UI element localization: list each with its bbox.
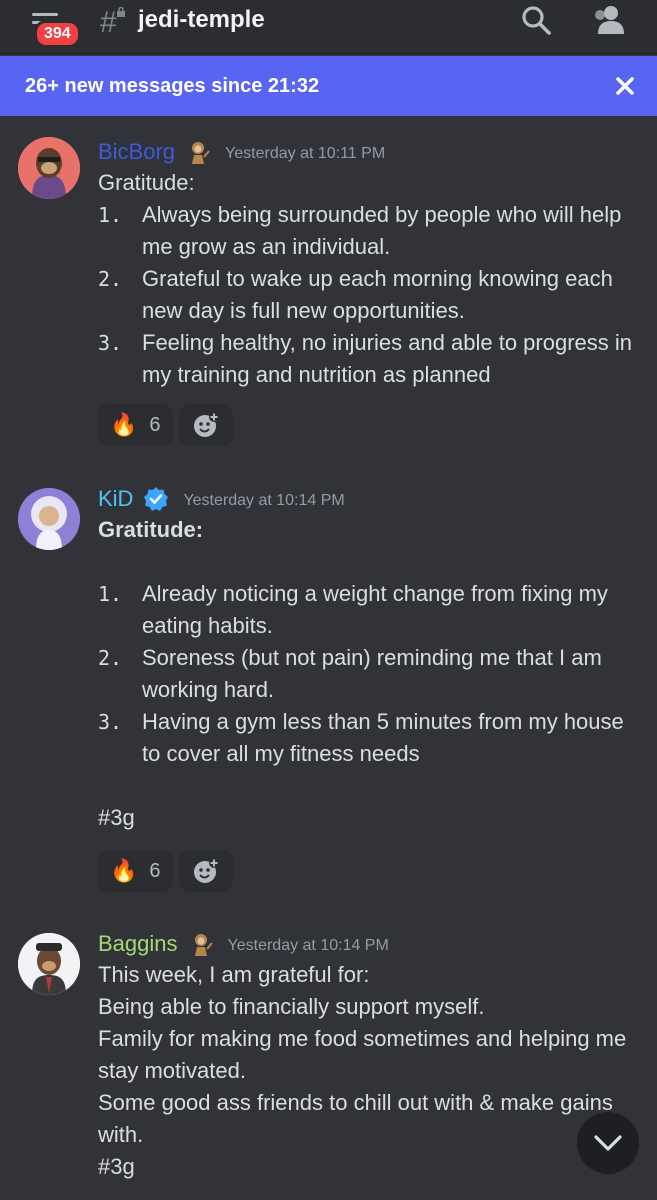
list-number: 2. — [98, 267, 123, 291]
list-item: 1. Already noticing a weight change from… — [98, 578, 643, 642]
search-icon[interactable] — [520, 4, 552, 36]
reactions-bar: 🔥 6 — [98, 404, 239, 446]
list-text: Having a gym less than 5 minutes from my… — [142, 709, 624, 766]
timestamp: Yesterday at 10:11 PM — [225, 145, 386, 162]
list-text: Already noticing a weight change from fi… — [142, 581, 608, 638]
reaction-count: 6 — [149, 859, 161, 882]
ape-avatar-icon — [18, 137, 80, 199]
list-text: Soreness (but not pain) reminding me tha… — [142, 645, 602, 702]
list-text: Feeling healthy, no injuries and able to… — [142, 330, 633, 387]
message-content: Gratitude: 1. Already noticing a weight … — [98, 514, 643, 834]
ape-avatar-icon — [18, 933, 80, 995]
list-number: 3. — [98, 710, 123, 734]
lock-icon — [117, 7, 125, 17]
avatar[interactable] — [18, 488, 80, 550]
add-reaction-icon — [193, 412, 219, 437]
message-line: Gratitude: — [98, 170, 195, 195]
unread-badge: 394 — [34, 20, 81, 48]
hashtag-text: #3g — [98, 805, 135, 830]
chevron-down-icon — [594, 1135, 622, 1151]
add-reaction-icon — [193, 858, 219, 883]
reaction-fire[interactable]: 🔥 6 — [98, 404, 173, 446]
message-line: Family for making me food sometimes and … — [98, 1026, 627, 1083]
reaction-count: 6 — [149, 413, 161, 436]
reactions-bar: 🔥 6 — [98, 850, 239, 892]
avatar[interactable] — [18, 137, 80, 199]
message-line: #3g — [98, 1154, 135, 1179]
author-name[interactable]: Baggins — [98, 931, 178, 957]
add-reaction-button[interactable] — [178, 850, 233, 892]
list-item: 2. Soreness (but not pain) reminding me … — [98, 642, 643, 706]
banner-text: 26+ new messages since 21:32 — [25, 75, 320, 97]
message-line: This week, I am grateful for: — [98, 962, 370, 987]
message-content: Gratitude: 1. Always being surrounded by… — [98, 167, 643, 391]
new-messages-banner[interactable]: 26+ new messages since 21:32 — [0, 56, 657, 116]
message-header: Baggins Yesterday at 10:14 PM — [98, 929, 389, 959]
list-text: Grateful to wake up each morning knowing… — [142, 266, 613, 323]
message-line: Some good ass friends to chill out with … — [98, 1090, 613, 1147]
fire-icon: 🔥 — [110, 858, 138, 883]
add-reaction-button[interactable] — [178, 404, 233, 446]
author-name[interactable]: KiD — [98, 486, 133, 512]
monkey-icon — [192, 142, 210, 164]
close-icon[interactable] — [612, 73, 638, 99]
members-icon[interactable] — [592, 4, 626, 36]
message-header: KiD Yesterday at 10:14 PM — [98, 484, 345, 514]
list-number: 1. — [98, 582, 123, 606]
timestamp: Yesterday at 10:14 PM — [227, 937, 389, 954]
list-number: 1. — [98, 203, 123, 227]
verified-icon — [144, 487, 169, 511]
avatar[interactable] — [18, 933, 80, 995]
character-avatar-icon — [18, 488, 80, 550]
message-content: This week, I am grateful for: Being able… — [98, 959, 628, 1183]
channel-header: 394 # jedi-temple — [0, 0, 657, 54]
message-header: BicBorg Yesterday at 10:11 PM — [98, 137, 385, 167]
jump-to-bottom-button[interactable] — [577, 1112, 639, 1174]
monkey-icon — [194, 934, 213, 956]
channel-title[interactable]: jedi-temple — [138, 6, 265, 34]
author-name[interactable]: BicBorg — [98, 139, 175, 165]
list-number: 2. — [98, 646, 123, 670]
list-item: 3. Having a gym less than 5 minutes from… — [98, 706, 643, 770]
list-item: 2. Grateful to wake up each morning know… — [98, 263, 643, 327]
list-item: 1. Always being surrounded by people who… — [98, 199, 643, 263]
message-heading: Gratitude: — [98, 517, 204, 542]
hash-icon: # — [100, 6, 117, 39]
list-text: Always being surrounded by people who wi… — [142, 202, 622, 259]
message-line: Being able to financially support myself… — [98, 994, 485, 1019]
fire-icon: 🔥 — [110, 412, 138, 437]
list-number: 3. — [98, 331, 123, 355]
timestamp: Yesterday at 10:14 PM — [183, 492, 345, 509]
reaction-fire[interactable]: 🔥 6 — [98, 850, 173, 892]
list-item: 3. Feeling healthy, no injuries and able… — [98, 327, 643, 391]
menu-button[interactable]: 394 — [28, 8, 81, 48]
